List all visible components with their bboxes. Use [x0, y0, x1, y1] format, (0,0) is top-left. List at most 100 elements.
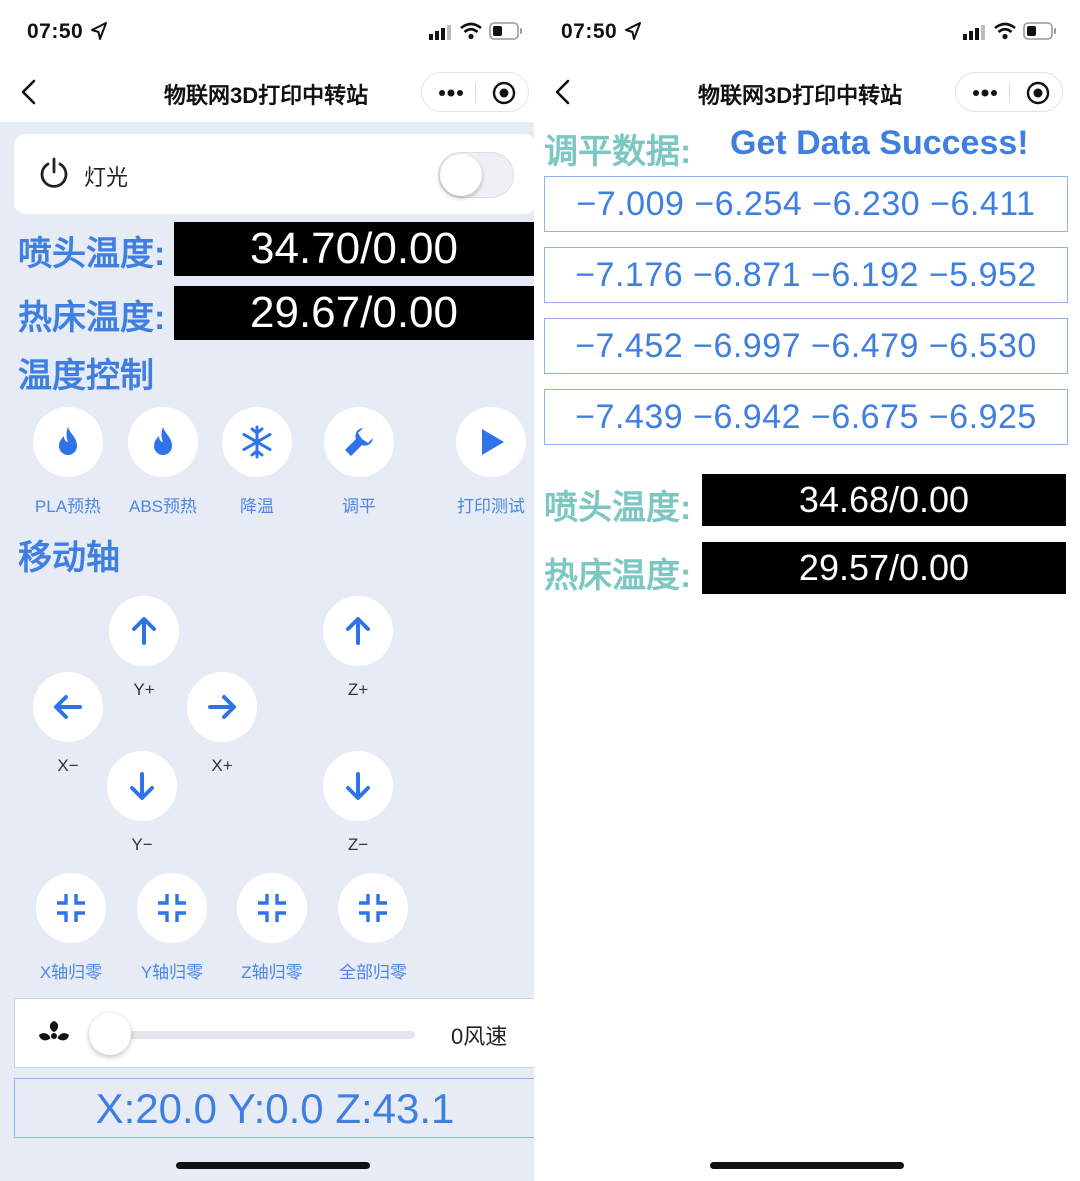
- light-toggle[interactable]: [438, 152, 514, 198]
- battery-icon: [489, 22, 522, 40]
- close-target-icon[interactable]: [1026, 81, 1050, 105]
- shrink-icon: [57, 894, 85, 922]
- all-home-label: 全部归零: [339, 963, 407, 982]
- leveling-row: −7.452 −6.997 −6.479 −6.530: [544, 318, 1068, 374]
- x-home-button[interactable]: [36, 873, 106, 943]
- bed-temp-label: 热床温度:: [18, 299, 166, 337]
- all-home-button[interactable]: [338, 873, 408, 943]
- nozzle-temp-value: 34.70/0.00: [174, 222, 534, 276]
- wifi-icon: [460, 22, 482, 40]
- z-home-button[interactable]: [237, 873, 307, 943]
- fan-speed-slider-thumb[interactable]: [89, 1013, 131, 1055]
- nozzle-temp-row: 喷头温度: 34.68/0.00: [534, 474, 1080, 527]
- play-icon: [482, 429, 504, 455]
- signal-icon: [429, 25, 451, 40]
- fan-speed-track[interactable]: [95, 1031, 415, 1039]
- x-minus-label: X−: [57, 756, 79, 775]
- pla-preheat-button[interactable]: [33, 407, 103, 477]
- arrow-right-icon: [208, 695, 236, 719]
- location-arrow-icon: [625, 22, 641, 40]
- move-axis-title: 移动轴: [18, 539, 120, 577]
- shrink-icon: [158, 894, 186, 922]
- z-plus-button[interactable]: [323, 596, 393, 666]
- toggle-knob: [440, 154, 482, 196]
- more-icon[interactable]: [437, 81, 465, 105]
- right-phone-screen: 07:50 物联网3D打印中转站 调平数据: Get Data Success!…: [534, 0, 1080, 1181]
- back-icon[interactable]: [552, 78, 574, 106]
- wrench-icon: [345, 428, 373, 456]
- status-bar: 07:50: [0, 0, 534, 62]
- battery-icon: [1023, 22, 1056, 40]
- nozzle-temp-row: 喷头温度: 34.70/0.00: [0, 222, 534, 276]
- close-target-icon[interactable]: [492, 81, 516, 105]
- y-plus-label: Y+: [133, 680, 155, 699]
- status-time: 07:50: [561, 20, 618, 43]
- bed-temp-value: 29.67/0.00: [174, 286, 534, 340]
- bed-temp-row: 热床温度: 29.57/0.00: [534, 542, 1080, 595]
- z-plus-label: Z+: [347, 680, 369, 699]
- nav-bar: 物联网3D打印中转站: [534, 62, 1080, 122]
- flame-icon: [59, 427, 77, 455]
- leveling-status-message: Get Data Success!: [730, 124, 1029, 162]
- z-minus-button[interactable]: [323, 751, 393, 821]
- y-minus-button[interactable]: [107, 751, 177, 821]
- location-arrow-icon: [91, 22, 107, 40]
- leveling-button[interactable]: [324, 407, 394, 477]
- wifi-icon: [994, 22, 1016, 40]
- fan-speed-value: 0风速: [451, 1024, 508, 1049]
- capsule-divider: [475, 83, 476, 103]
- abs-preheat-label: ABS预热: [128, 497, 198, 516]
- x-plus-button[interactable]: [187, 672, 257, 742]
- status-time: 07:50: [27, 20, 84, 43]
- flame-icon: [154, 427, 172, 455]
- signal-icon: [963, 25, 985, 40]
- z-minus-label: Z−: [347, 835, 369, 854]
- position-readout: X:20.0 Y:0.0 Z:43.1: [95, 1085, 455, 1132]
- nozzle-temp-value: 34.68/0.00: [702, 474, 1066, 526]
- print-test-label: 打印测试: [457, 497, 525, 516]
- more-icon[interactable]: [971, 81, 999, 105]
- x-home-label: X轴归零: [39, 963, 103, 982]
- control-panel: 灯光 喷头温度: 34.70/0.00 热床温度: 29.67/0.00 温度控…: [0, 122, 534, 1181]
- print-test-button[interactable]: [456, 407, 526, 477]
- bed-temp-row: 热床温度: 29.67/0.00: [0, 286, 534, 340]
- abs-preheat-button[interactable]: [128, 407, 198, 477]
- z-home-label: Z轴归零: [241, 963, 303, 982]
- y-home-button[interactable]: [137, 873, 207, 943]
- capsule-divider: [1009, 83, 1010, 103]
- home-indicator[interactable]: [710, 1162, 904, 1169]
- arrow-left-icon: [54, 695, 82, 719]
- cool-down-button[interactable]: [222, 407, 292, 477]
- page-title: 物联网3D打印中转站: [698, 83, 903, 108]
- temp-control-title: 温度控制: [18, 357, 154, 395]
- x-minus-button[interactable]: [33, 672, 103, 742]
- left-phone-screen: 07:50 物联网3D打印中转站 灯光 喷头温度: 34.70/0.00 热床温…: [0, 0, 534, 1181]
- arrow-down-icon: [346, 772, 370, 800]
- status-bar: 07:50: [534, 0, 1080, 62]
- power-icon: [40, 157, 68, 188]
- leveling-row: −7.176 −6.871 −6.192 −5.952: [544, 247, 1068, 303]
- x-plus-label: X+: [211, 756, 233, 775]
- arrow-up-icon: [346, 617, 370, 645]
- pla-preheat-label: PLA预热: [34, 497, 102, 516]
- y-minus-label: Y−: [131, 835, 153, 854]
- page-title: 物联网3D打印中转站: [164, 83, 369, 108]
- y-home-label: Y轴归零: [140, 963, 204, 982]
- snowflake-icon: [242, 425, 272, 459]
- home-indicator[interactable]: [176, 1162, 370, 1169]
- y-plus-button[interactable]: [109, 596, 179, 666]
- position-card: X:20.0 Y:0.0 Z:43.1: [14, 1078, 534, 1138]
- mini-program-capsule: [421, 72, 529, 112]
- nozzle-temp-label: 喷头温度:: [18, 235, 166, 273]
- nav-bar: 物联网3D打印中转站: [0, 62, 534, 122]
- leveling-row: −7.439 −6.942 −6.675 −6.925: [544, 389, 1068, 445]
- bed-temp-label: 热床温度:: [544, 557, 692, 595]
- back-icon[interactable]: [18, 78, 40, 106]
- cool-down-label: 降温: [240, 497, 274, 516]
- leveling-data-title: 调平数据:: [544, 133, 692, 171]
- leveling-label: 调平: [342, 497, 376, 516]
- mini-program-capsule: [955, 72, 1063, 112]
- nozzle-temp-label: 喷头温度:: [544, 489, 692, 527]
- fan-speed-card: 0风速: [14, 998, 534, 1068]
- fan-icon: [39, 1021, 69, 1041]
